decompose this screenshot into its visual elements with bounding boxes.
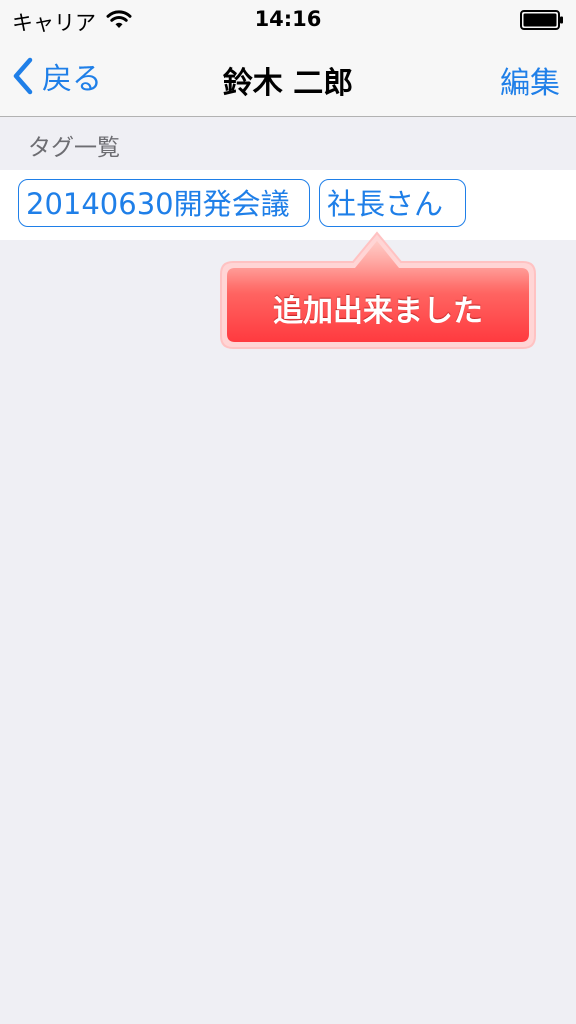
tag-chip[interactable]: 20140630開発会議: [18, 179, 310, 227]
toast-popover: 追加出来ました: [219, 228, 537, 350]
tag-chip[interactable]: 社長さん: [319, 179, 466, 227]
clock: 14:16: [254, 7, 322, 31]
toast-message: 追加出来ました: [273, 294, 483, 329]
edit-button[interactable]: 編集: [500, 58, 560, 102]
navigation-bar: 戻る 鈴木 二郎 編集: [0, 40, 576, 117]
page-title: 鈴木 二郎: [222, 66, 354, 101]
section-header-tags: タグ一覧: [28, 135, 120, 161]
status-bar: キャリア 14:16: [0, 0, 576, 40]
battery-icon: [520, 10, 563, 30]
